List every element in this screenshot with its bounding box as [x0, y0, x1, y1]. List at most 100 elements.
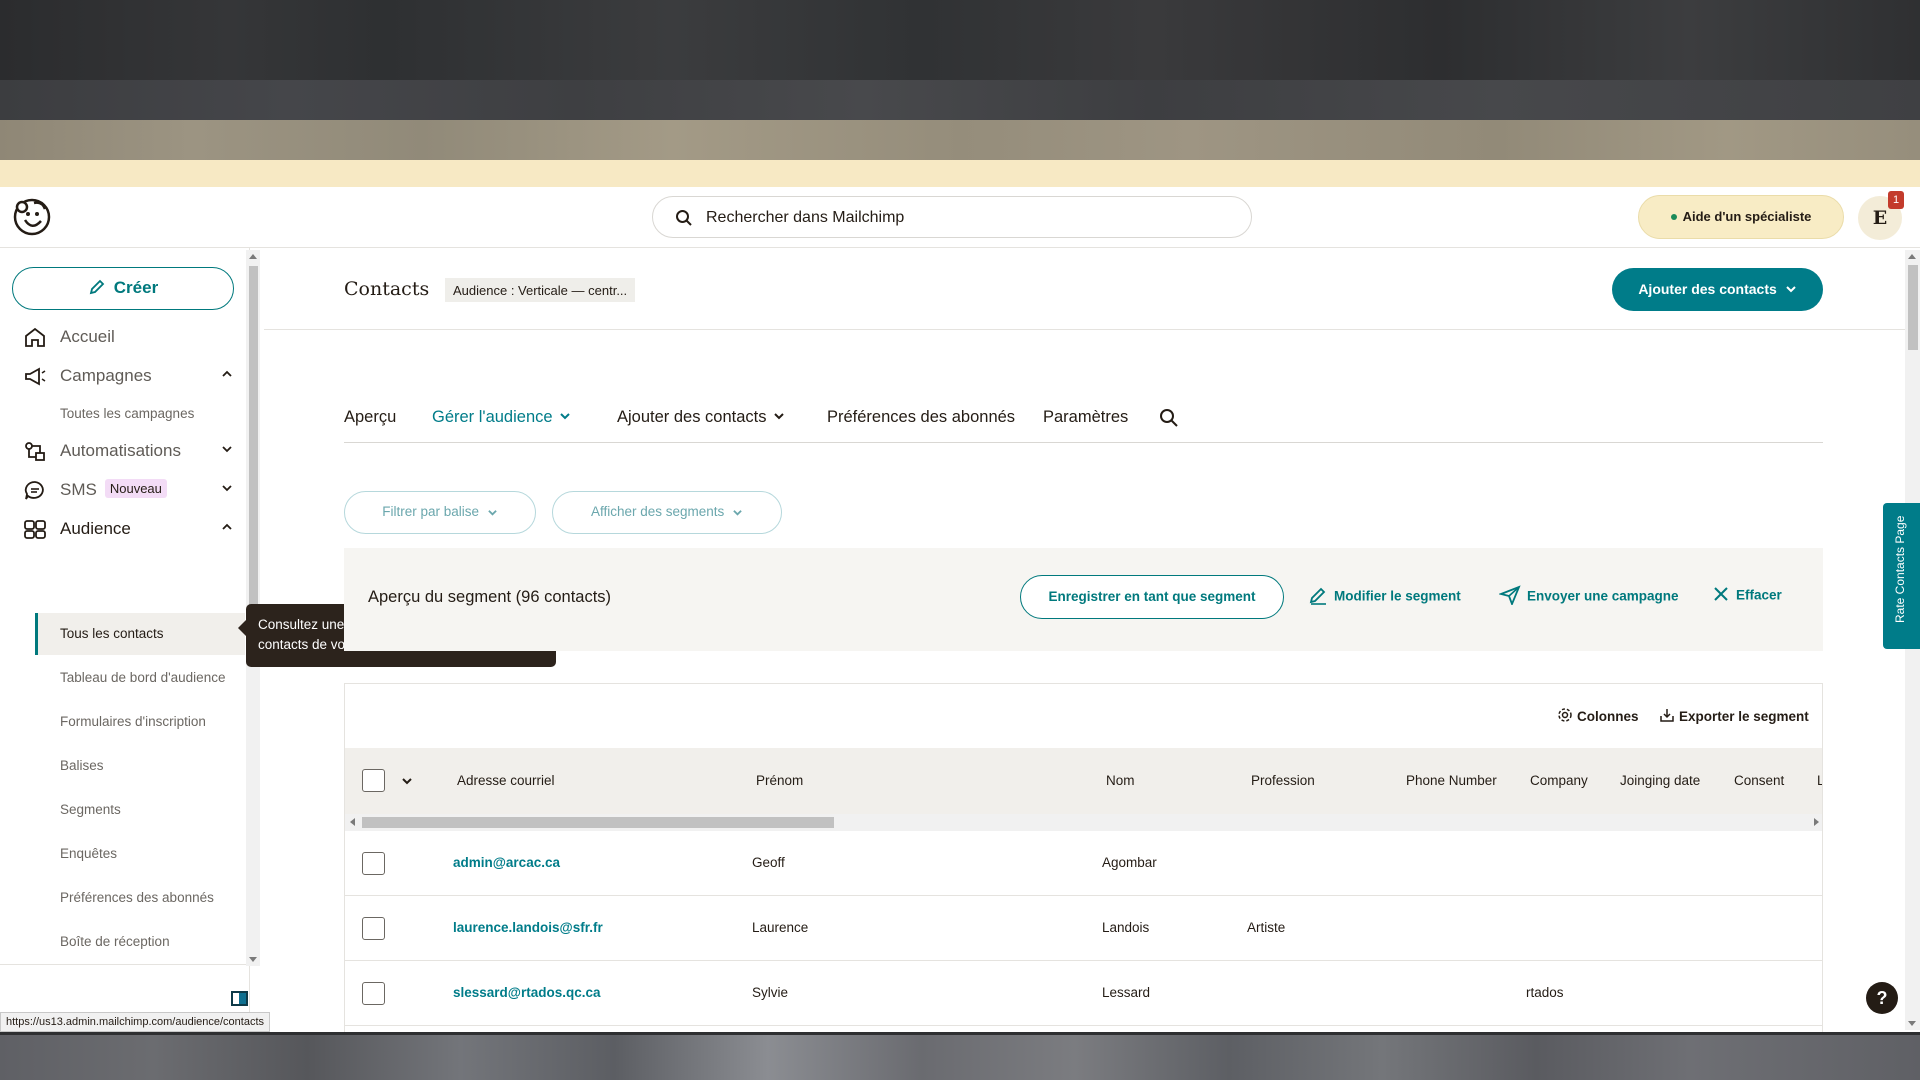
send-campaign-button[interactable]: Envoyer une campagne — [1498, 585, 1679, 607]
column-header-profession[interactable]: Profession — [1251, 773, 1315, 788]
online-dot-icon — [1670, 213, 1677, 220]
row-checkbox[interactable] — [362, 917, 385, 940]
sidebar-sub-subscriber-preferences[interactable]: Préférences des abonnés — [35, 877, 245, 919]
chevron-down-icon — [222, 446, 232, 453]
table-horizontal-scrollbar[interactable] — [345, 814, 1822, 831]
close-icon — [1714, 587, 1728, 601]
create-button[interactable]: Créer — [12, 267, 234, 310]
automation-icon — [25, 442, 45, 461]
expert-help-label: Aide d'un spécialiste — [1682, 209, 1812, 224]
audience-pill[interactable]: Audience : Verticale — centr... — [445, 278, 636, 302]
home-icon — [25, 327, 45, 347]
contact-profession: Artiste — [1247, 920, 1286, 935]
search-icon[interactable] — [1159, 408, 1179, 428]
row-checkbox[interactable] — [362, 982, 385, 1005]
sidebar-item-campagnes[interactable]: Campagnes — [0, 355, 245, 395]
pencil-icon — [89, 279, 105, 294]
new-badge: Nouveau — [104, 479, 167, 498]
sidebar-sub-tags[interactable]: Balises — [35, 745, 245, 787]
audience-icon — [24, 520, 46, 539]
select-all-checkbox[interactable] — [362, 769, 385, 792]
rate-page-tab[interactable]: Rate Contacts Page — [1883, 503, 1920, 649]
clear-segment-label: Effacer — [1736, 587, 1782, 603]
tab-add-contacts[interactable]: Ajouter des contacts — [617, 408, 785, 427]
save-segment-button[interactable]: Enregistrer en tant que segment — [1020, 575, 1284, 619]
sidebar: Créer Accueil Campagnes Toutes les campa… — [0, 248, 250, 1032]
column-header-email[interactable]: Adresse courriel — [457, 773, 555, 788]
column-header-consent[interactable]: Consent — [1734, 773, 1784, 788]
notification-badge: 1 — [1888, 191, 1904, 209]
mailchimp-logo-icon[interactable] — [12, 197, 52, 237]
tab-label: Aperçu — [344, 408, 397, 426]
search-icon — [676, 210, 692, 226]
contact-email-link[interactable]: admin@arcac.ca — [453, 855, 560, 870]
sidebar-item-label: Audience — [60, 519, 131, 538]
contact-last-name: Landois — [1102, 920, 1150, 935]
sidebar-item-audience[interactable]: Audience — [0, 508, 245, 548]
sidebar-item-automatisations[interactable]: Automatisations — [0, 430, 245, 470]
column-header-truncated[interactable]: L — [1817, 773, 1822, 788]
row-checkbox[interactable] — [362, 852, 385, 875]
collapse-sidebar-icon[interactable] — [231, 991, 248, 1006]
segment-title: Aperçu du segment (96 contacts) — [368, 588, 612, 606]
expert-help-button[interactable]: Aide d'un spécialiste — [1638, 195, 1844, 239]
sidebar-sub-audience-dashboard[interactable]: Tableau de bord d'audience — [35, 657, 245, 699]
contact-first-name: Laurence — [752, 920, 809, 935]
contact-last-name: Agombar — [1102, 855, 1157, 870]
column-header-company[interactable]: Company — [1530, 773, 1588, 788]
export-segment-button[interactable]: Exporter le segment — [1659, 709, 1809, 725]
edit-segment-label: Modifier le segment — [1334, 588, 1461, 604]
sidebar-sub-signup-forms[interactable]: Formulaires d'inscription — [35, 701, 245, 743]
chevron-down-icon — [488, 510, 497, 516]
add-contacts-label: Ajouter des contacts — [1638, 281, 1777, 297]
page-title: Contacts — [344, 278, 430, 300]
show-segments-label: Afficher des segments — [590, 504, 725, 519]
tab-apercu[interactable]: Aperçu — [344, 408, 396, 427]
contact-email-link[interactable]: slessard@rtados.qc.ca — [453, 985, 601, 1000]
sidebar-sub-surveys[interactable]: Enquêtes — [35, 833, 245, 875]
contact-email-link[interactable]: laurence.landois@sfr.fr — [453, 920, 603, 935]
chevron-down-icon — [1785, 286, 1796, 293]
add-contacts-button[interactable]: Ajouter des contacts — [1612, 268, 1823, 311]
column-header-joining-date[interactable]: Joinging date — [1620, 773, 1700, 788]
sidebar-sub-all-contacts[interactable]: Tous les contacts — [35, 613, 245, 655]
edit-segment-button[interactable]: Modifier le segment — [1308, 587, 1461, 607]
filter-by-tag-button[interactable]: Filtrer par balise — [344, 491, 536, 534]
tab-label: Ajouter des contacts — [617, 408, 767, 426]
sidebar-sub-segments[interactable]: Segments — [35, 789, 245, 831]
gear-icon — [1558, 708, 1572, 723]
column-header-last-name[interactable]: Nom — [1106, 773, 1135, 788]
app-topbar: Rechercher dans Mailchimp Aide d'un spéc… — [0, 187, 1920, 248]
pencil-icon — [1309, 587, 1326, 605]
chevron-up-icon — [222, 370, 232, 377]
columns-button[interactable]: Colonnes — [1557, 708, 1639, 725]
column-header-phone[interactable]: Phone Number — [1406, 773, 1497, 788]
table-header: Adresse courriel Prénom Nom Profession P… — [345, 748, 1822, 814]
megaphone-icon — [25, 367, 46, 386]
search-input[interactable]: Rechercher dans Mailchimp — [652, 196, 1252, 238]
column-header-first-name[interactable]: Prénom — [756, 773, 803, 788]
show-segments-button[interactable]: Afficher des segments — [552, 491, 782, 534]
contact-company: rtados — [1526, 985, 1564, 1000]
help-question-icon[interactable]: ? — [1866, 982, 1898, 1014]
contacts-table: Colonnes Exporter le segment Adresse cou… — [344, 683, 1823, 1032]
table-row: slessard@rtados.qc.ca Sylvie Lessard rta… — [345, 961, 1822, 1026]
clear-segment-button[interactable]: Effacer — [1712, 587, 1782, 605]
create-label: Créer — [113, 278, 159, 297]
download-icon — [1660, 709, 1674, 723]
sidebar-item-accueil[interactable]: Accueil — [0, 316, 245, 356]
tab-subscriber-preferences[interactable]: Préférences des abonnés — [827, 408, 1015, 427]
sidebar-item-sms[interactable]: SMS Nouveau — [0, 469, 245, 509]
tab-label: Préférences des abonnés — [827, 408, 1016, 426]
sidebar-sub-inbox[interactable]: Boîte de réception — [35, 921, 245, 963]
sidebar-sub-all-campaigns[interactable]: Toutes les campagnes — [35, 393, 245, 435]
tab-settings[interactable]: Paramètres — [1043, 408, 1128, 427]
tab-manage-audience[interactable]: Gérer l'audience — [432, 408, 571, 427]
chevron-up-icon — [222, 523, 232, 530]
taskbar-blurred — [0, 1032, 1920, 1080]
contact-first-name: Geoff — [752, 855, 785, 870]
status-bar-url: https://us13.admin.mailchimp.com/audienc… — [0, 1012, 271, 1032]
audience-tabs: Aperçu Gérer l'audience Ajouter des cont… — [344, 398, 1823, 443]
chevron-down-icon — [773, 412, 784, 420]
chevron-down-icon[interactable] — [401, 776, 413, 786]
